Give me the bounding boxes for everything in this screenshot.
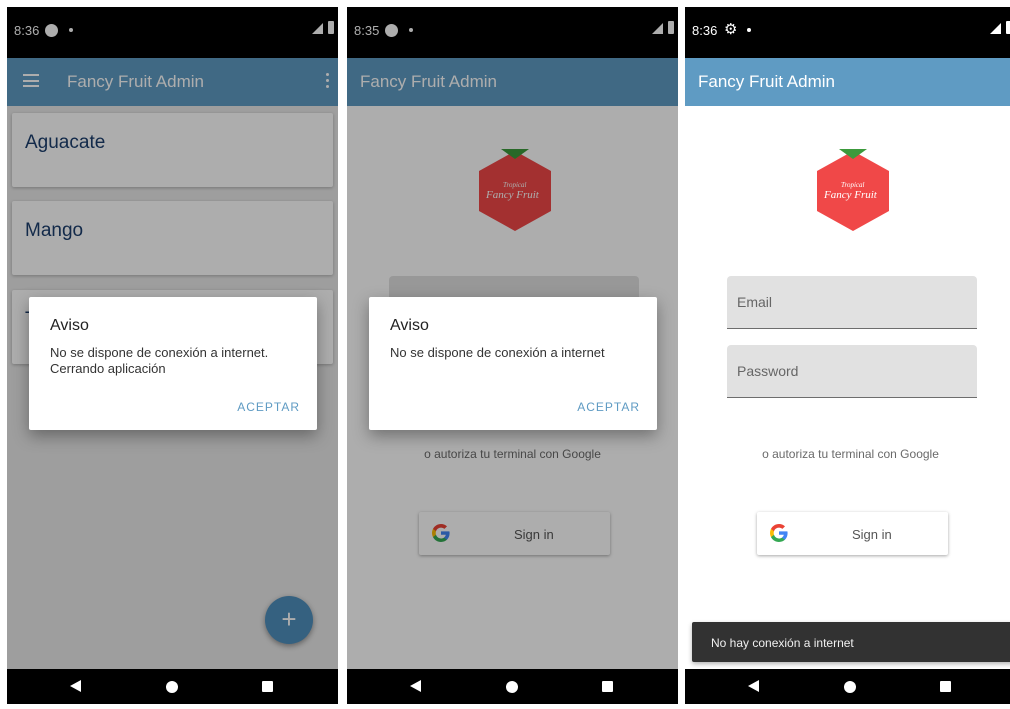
accept-button[interactable]: ACEPTAR (237, 400, 300, 414)
navigation-bar (347, 669, 678, 704)
google-sign-in-button[interactable]: Sign in (757, 512, 948, 555)
app-bar: Fancy Fruit Admin (685, 58, 1010, 106)
screen-fruit-list: 8:36 Fancy Fruit Admin Aguacate Mango T … (7, 7, 338, 704)
recent-apps-icon[interactable] (940, 681, 951, 692)
navigation-bar (685, 669, 1010, 704)
gear-icon: ⚙ (724, 21, 738, 38)
dialog-title: Aviso (390, 317, 429, 334)
battery-icon (1006, 21, 1010, 34)
signal-icon (990, 23, 1001, 34)
app-title: Fancy Fruit Admin (698, 72, 835, 91)
password-field[interactable] (727, 345, 977, 398)
accept-button[interactable]: ACEPTAR (577, 400, 640, 414)
screen-login: 8:36 ⚙ Fancy Fruit Admin Tropical Fancy … (685, 7, 1010, 704)
google-icon (770, 524, 788, 542)
status-bar: 8:36 ⚙ (685, 7, 1010, 58)
dialog-message: No se dispone de conexión a internet. Ce… (50, 345, 269, 376)
snackbar-message: No hay conexión a internet (711, 636, 854, 650)
google-hint: o autoriza tu terminal con Google (762, 447, 939, 461)
home-icon[interactable] (506, 681, 518, 693)
logo-line2: Fancy Fruit (823, 189, 878, 201)
alert-dialog: Aviso No se dispone de conexión a intern… (29, 297, 317, 430)
notification-small-dot-icon (747, 28, 751, 32)
password-input[interactable] (727, 345, 977, 397)
tropical-fancy-fruit-logo: Tropical Fancy Fruit (817, 149, 889, 231)
sign-in-label: Sign in (852, 527, 892, 542)
back-icon[interactable] (748, 680, 759, 692)
snackbar: No hay conexión a internet (692, 622, 1010, 662)
back-icon[interactable] (410, 680, 421, 692)
navigation-bar (7, 669, 338, 704)
email-input[interactable] (727, 276, 977, 328)
home-icon[interactable] (844, 681, 856, 693)
email-field[interactable] (727, 276, 977, 329)
recent-apps-icon[interactable] (602, 681, 613, 692)
home-icon[interactable] (166, 681, 178, 693)
logo-line1: Tropical (841, 181, 865, 189)
dialog-title: Aviso (50, 317, 89, 334)
alert-dialog: Aviso No se dispone de conexión a intern… (369, 297, 657, 430)
dialog-message: No se dispone de conexión a internet (390, 345, 605, 360)
recent-apps-icon[interactable] (262, 681, 273, 692)
screen-login-dialog: 8:35 Fancy Fruit Admin Tropical Fancy Fr… (347, 7, 678, 704)
status-time: 8:36 (692, 23, 718, 38)
back-icon[interactable] (70, 680, 81, 692)
